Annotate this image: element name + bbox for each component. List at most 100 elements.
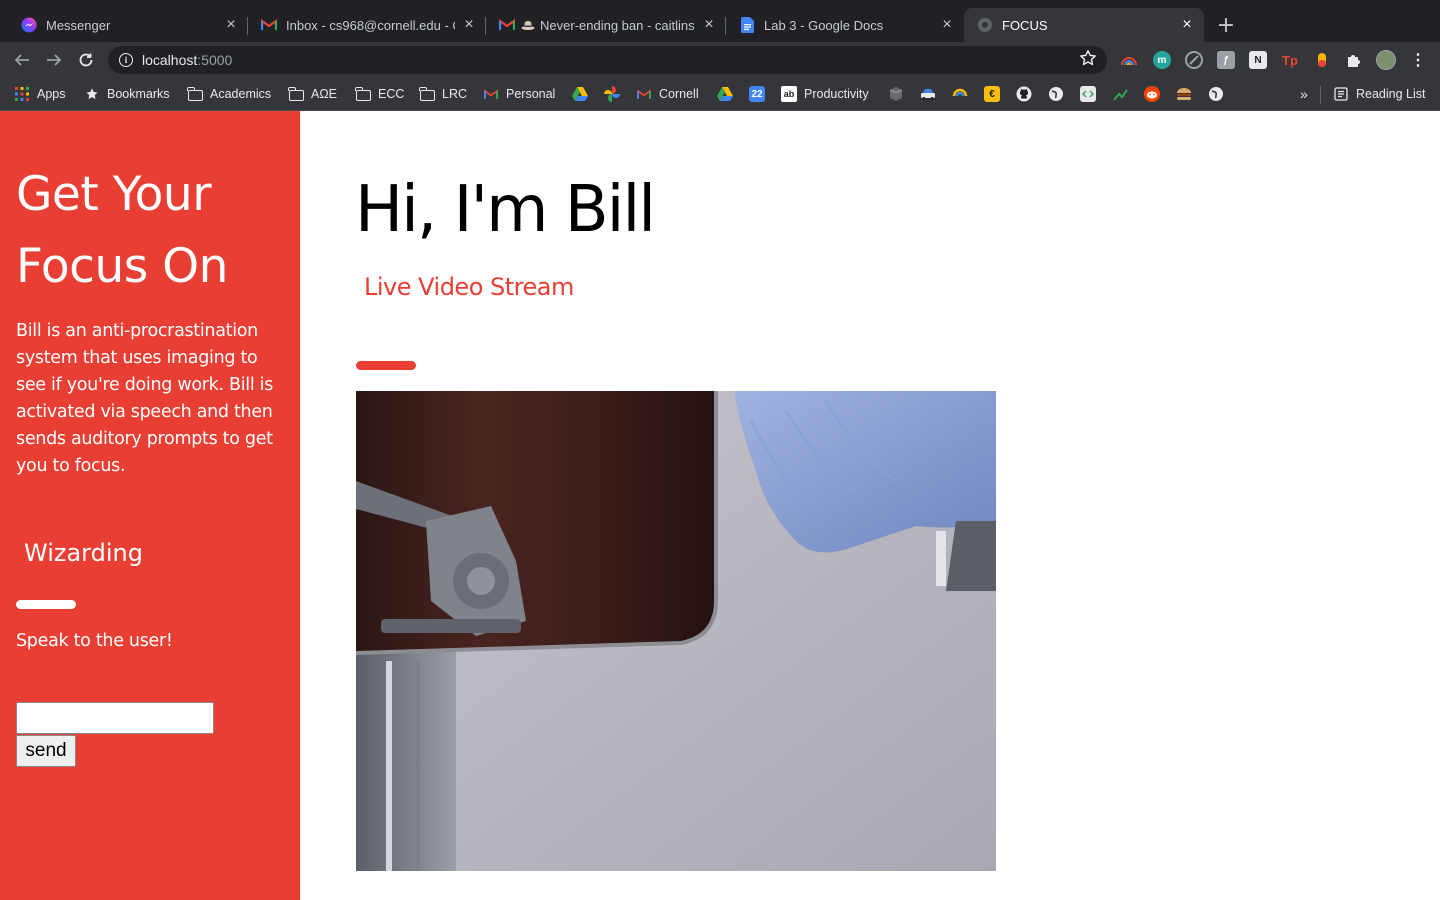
bookmark-star-icon[interactable] [1079, 49, 1097, 72]
new-tab-button[interactable]: + [1214, 13, 1238, 38]
google-drive-icon[interactable] [572, 86, 588, 102]
tab-gmail-inbox[interactable]: Inbox - cs968@cornell.edu - C × [248, 8, 486, 42]
bookmark-label: Academics [210, 87, 272, 101]
tab-title: Never-ending ban - caitlins [540, 17, 695, 33]
gmail-icon [483, 86, 499, 102]
folder-icon [187, 86, 203, 102]
github-icon[interactable] [1016, 86, 1032, 102]
send-button[interactable]: send [16, 735, 76, 767]
back-icon[interactable] [10, 48, 34, 72]
wizarding-heading: Wizarding [24, 539, 143, 567]
bookmark-label: Productivity [804, 87, 869, 101]
bookmark-cornell[interactable]: Cornell [636, 85, 699, 103]
tab-title: Messenger [46, 17, 111, 33]
tab-focus[interactable]: FOCUS × [964, 8, 1204, 42]
figure-extension-icon[interactable]: ƒ [1217, 51, 1235, 69]
live-video-stream [356, 391, 996, 871]
sidebar-description: Bill is an anti-procrastination system t… [16, 321, 274, 476]
rainbow-extension-icon[interactable] [1120, 51, 1138, 69]
star-icon [84, 86, 100, 102]
folder-icon [288, 86, 304, 102]
menu-kebab-icon[interactable]: ⋮ [1409, 51, 1427, 69]
close-tab-icon[interactable]: × [939, 16, 955, 33]
bookmark-label: LRC [442, 87, 468, 101]
google-docs-icon [739, 17, 755, 33]
code-icon[interactable] [1080, 86, 1096, 102]
url-text: localhost:5000 [142, 52, 232, 68]
bookmark-personal[interactable]: Personal [483, 85, 555, 103]
notion-extension-icon[interactable]: N [1249, 51, 1267, 69]
profile-avatar-icon[interactable] [1376, 50, 1396, 70]
block-extension-icon[interactable] [1185, 51, 1203, 69]
folder-icon [419, 86, 435, 102]
bookmark-label: Apps [37, 87, 66, 101]
burger-icon[interactable] [1176, 86, 1192, 102]
box-icon[interactable] [888, 86, 904, 102]
bookmark-bookmarks[interactable]: Bookmarks [84, 85, 170, 103]
bookmarks-bar: Apps Bookmarks Academics AΩE ECC LRC Per… [0, 78, 1440, 111]
url-port: :5000 [197, 52, 233, 68]
tab-strip: Messenger × Inbox - cs968@cornell.edu - … [0, 0, 1440, 42]
bookmarks-overflow-button[interactable]: » [1300, 85, 1308, 103]
car-icon[interactable] [920, 86, 936, 102]
sidebar: Get Your Focus On Bill is an anti-procra… [0, 111, 300, 900]
page-title: Hi, I'm Bill [355, 173, 656, 247]
reading-list-button[interactable]: Reading List [1333, 85, 1426, 103]
globe-icon[interactable] [1208, 86, 1224, 102]
m-extension-icon[interactable]: m [1153, 51, 1171, 69]
yellow-app-icon[interactable]: € [984, 86, 1000, 102]
tab-title: FOCUS [1002, 17, 1048, 33]
info-icon[interactable]: i [119, 53, 133, 67]
reading-list-label: Reading List [1356, 87, 1426, 101]
speak-label: Speak to the user! [16, 631, 173, 651]
bookmark-label: Cornell [659, 87, 699, 101]
folder-icon [355, 86, 371, 102]
tab-google-docs[interactable]: Lab 3 - Google Docs × [726, 8, 964, 42]
gmail-icon [499, 17, 515, 33]
bookmark-label: Bookmarks [107, 87, 170, 101]
close-tab-icon[interactable]: × [701, 16, 717, 33]
tp-extension-icon[interactable]: Tp [1281, 51, 1299, 69]
bookmark-apps[interactable]: Apps [14, 85, 66, 103]
bookmark-label: AΩE [311, 87, 338, 101]
forward-icon[interactable] [42, 48, 66, 72]
close-tab-icon[interactable]: × [1179, 16, 1195, 33]
main-divider [356, 361, 416, 370]
close-tab-icon[interactable]: × [461, 16, 477, 33]
bookmark-productivity[interactable]: ab Productivity [781, 85, 869, 103]
reload-icon[interactable] [74, 48, 98, 72]
tab-title: Inbox - cs968@cornell.edu - C [286, 17, 455, 33]
w-logo-icon[interactable] [952, 86, 968, 102]
google-drive-icon[interactable] [717, 86, 733, 102]
google-calendar-icon[interactable]: 22 [749, 86, 765, 102]
reading-list-icon [1333, 86, 1349, 102]
tab-gmail-ban[interactable]: Never-ending ban - caitlins × [486, 8, 726, 42]
bookmark-label: ECC [378, 87, 405, 101]
reddit-icon[interactable] [1144, 86, 1160, 102]
bookmark-folder-ecc[interactable]: ECC [355, 85, 404, 103]
sidebar-divider [16, 600, 76, 609]
globe-icon[interactable] [1048, 86, 1064, 102]
close-tab-icon[interactable]: × [223, 16, 239, 33]
bookmark-folder-lrc[interactable]: LRC [419, 85, 467, 103]
message-input[interactable] [16, 702, 214, 734]
stream-subtitle: Live Video Stream [364, 273, 574, 301]
bookmark-folder-academics[interactable]: Academics [187, 85, 271, 103]
hat-emoji-icon [520, 17, 536, 33]
puzzle-extensions-icon[interactable] [1345, 51, 1363, 69]
apps-grid-icon [14, 86, 30, 102]
chart-arrow-icon[interactable] [1112, 86, 1128, 102]
sidebar-title: Get Your Focus On [16, 167, 228, 294]
messenger-icon [21, 17, 37, 33]
browser-toolbar: i localhost:5000 m ƒ N Tp ⋮ [0, 42, 1440, 78]
pill-extension-icon[interactable] [1313, 51, 1331, 69]
bookmark-folder-aoe[interactable]: AΩE [288, 85, 337, 103]
gmail-icon [261, 17, 277, 33]
bookmarks-divider [1320, 86, 1321, 104]
url-host: localhost [142, 52, 198, 68]
tab-title: Lab 3 - Google Docs [764, 17, 884, 33]
address-bar[interactable]: i localhost:5000 [108, 46, 1107, 74]
google-photos-icon[interactable] [604, 86, 620, 102]
gmail-icon [636, 86, 652, 102]
tab-messenger[interactable]: Messenger × [8, 8, 248, 42]
